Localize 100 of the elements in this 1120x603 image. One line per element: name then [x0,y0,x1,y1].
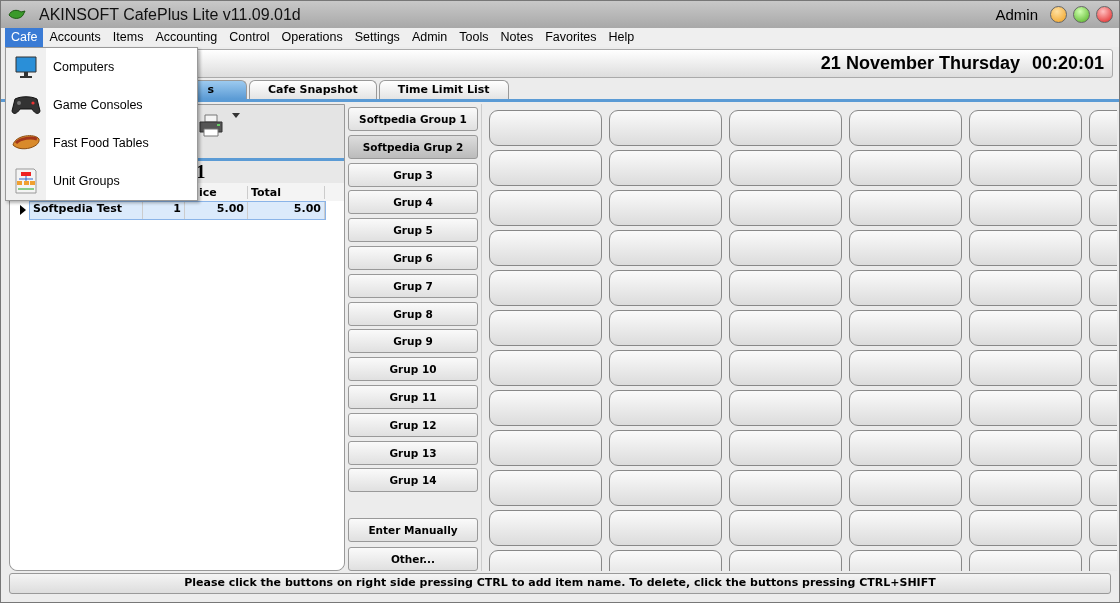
menu-item[interactable]: Settings [348,28,406,47]
item-button[interactable] [489,190,602,226]
hotdog-icon [11,133,41,153]
item-button[interactable] [849,510,962,546]
group-button[interactable]: Grup 11 [348,384,478,409]
menu-item[interactable]: Control [223,28,276,47]
caret-icon[interactable] [232,113,240,118]
item-button[interactable] [729,510,842,546]
group-button[interactable]: Softpedia Grup 2 [348,134,478,159]
item-button[interactable] [849,110,962,146]
item-button[interactable] [729,430,842,466]
menu-item[interactable]: Favorites [539,28,603,47]
item-button[interactable] [849,230,962,266]
menu-item[interactable]: Game Consoles [53,98,143,112]
item-button[interactable] [729,150,842,186]
item-button[interactable] [729,190,842,226]
item-button[interactable] [969,270,1082,306]
item-button[interactable] [609,390,722,426]
item-button[interactable] [489,310,602,346]
status-text: Please click the buttons on right side pressing CTRL to add item name. To delete, click the buttons pressing CTRL+SHIFT [184,576,936,589]
item-button[interactable] [489,150,602,186]
tab[interactable]: Cafe Snapshot [249,80,377,99]
clock-text: 00:20:01 [1031,53,1104,74]
menu-item[interactable]: Computers [53,60,115,74]
item-button[interactable] [609,430,722,466]
maximize-icon[interactable] [1073,6,1090,23]
menu-item[interactable]: Admin [405,28,454,47]
item-button[interactable] [729,470,842,506]
item-button[interactable] [849,390,962,426]
item-button[interactable] [969,230,1082,266]
item-button[interactable] [489,270,602,306]
item-button[interactable] [969,190,1082,226]
item-button[interactable] [609,270,722,306]
group-button[interactable]: Grup 7 [348,273,478,298]
item-button[interactable] [849,150,962,186]
menu-item[interactable]: Help [602,28,641,47]
menu-item[interactable]: Accounts [43,28,107,47]
item-button[interactable] [729,270,842,306]
group-button[interactable]: Grup 10 [348,357,478,382]
order-row[interactable]: Softpedia Test 1 5.00 5.00 [30,201,325,219]
minimize-icon[interactable] [1050,6,1067,23]
item-button[interactable] [609,470,722,506]
item-button[interactable] [609,230,722,266]
item-button[interactable] [969,390,1082,426]
item-button[interactable] [609,190,722,226]
menu-item[interactable]: Unit Groups [53,174,120,188]
item-button[interactable] [729,230,842,266]
item-button[interactable] [969,430,1082,466]
item-button[interactable] [609,510,722,546]
item-button[interactable] [849,310,962,346]
group-button[interactable]: Grup 8 [348,301,478,326]
tab[interactable]: Time Limit List [378,80,509,99]
item-button[interactable] [969,510,1082,546]
item-button[interactable] [849,190,962,226]
item-button[interactable] [849,470,962,506]
item-button[interactable] [489,110,602,146]
item-button[interactable] [729,110,842,146]
menu-item[interactable]: Accounting [149,28,224,47]
group-button[interactable]: Grup 9 [348,329,478,354]
item-button[interactable] [969,150,1082,186]
item-button[interactable] [969,310,1082,346]
item-button[interactable] [489,390,602,426]
item-button[interactable] [849,270,962,306]
gamepad-icon [11,94,41,116]
menu-item[interactable]: Tools [453,28,495,47]
item-button[interactable] [609,310,722,346]
item-button[interactable] [849,430,962,466]
item-button[interactable] [609,150,722,186]
group-button[interactable]: Softpedia Group 1 [348,107,478,131]
printer-icon[interactable] [198,113,224,137]
action-button[interactable]: Enter Manually [348,518,478,543]
item-button[interactable] [489,510,602,546]
menu-item[interactable]: Items [106,28,150,47]
group-button[interactable]: Grup 5 [348,218,478,243]
menu-item[interactable]: Operations [275,28,349,47]
group-button[interactable]: Grup 12 [348,412,478,437]
item-button[interactable] [969,110,1082,146]
item-button[interactable] [969,350,1082,386]
item-button[interactable] [849,350,962,386]
monitor-icon [13,54,39,80]
item-button[interactable] [609,110,722,146]
menu-item[interactable]: Notes [494,28,540,47]
group-button[interactable]: Grup 4 [348,190,478,215]
item-button[interactable] [729,310,842,346]
close-icon[interactable] [1096,6,1113,23]
item-button[interactable] [729,350,842,386]
menu-item[interactable]: Cafe [5,28,44,47]
item-button[interactable] [969,470,1082,506]
item-button[interactable] [489,230,602,266]
menu-item[interactable]: Fast Food Tables [53,136,149,150]
group-button[interactable]: Grup 14 [348,468,478,493]
item-button[interactable] [729,390,842,426]
item-button[interactable] [609,350,722,386]
item-button[interactable] [489,350,602,386]
item-button[interactable] [489,430,602,466]
group-button[interactable]: Grup 6 [348,246,478,270]
item-button[interactable] [489,470,602,506]
group-button[interactable]: Grup 3 [348,162,478,187]
action-button[interactable]: Other... [348,547,478,571]
group-button[interactable]: Grup 13 [348,440,478,465]
